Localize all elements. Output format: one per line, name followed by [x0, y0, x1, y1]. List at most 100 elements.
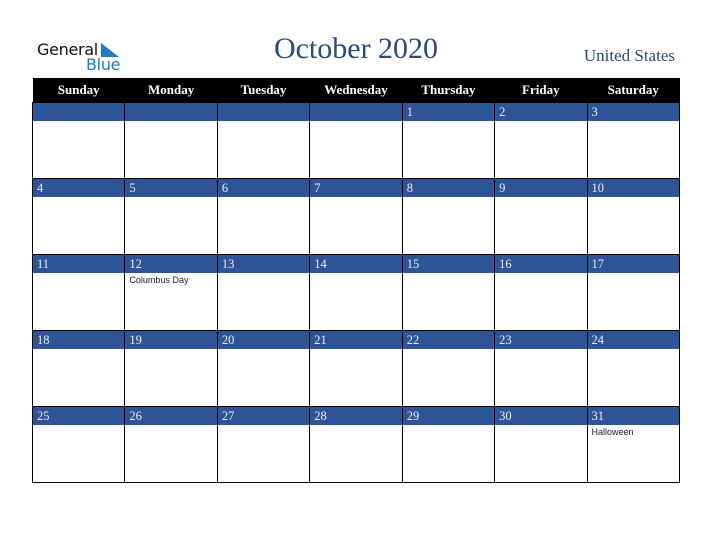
day-cell[interactable]: 24 — [586, 330, 681, 407]
holiday-label — [588, 273, 679, 275]
holiday-label — [310, 273, 401, 275]
day-number: 8 — [402, 179, 495, 197]
holiday-label — [495, 197, 586, 199]
day-cell[interactable]: 9 — [494, 178, 588, 255]
day-cell[interactable]: 11 — [31, 254, 126, 331]
day-number: 10 — [587, 179, 679, 197]
holiday-label — [33, 121, 124, 123]
day-number: 2 — [495, 103, 587, 121]
day-cell[interactable]: 23 — [494, 330, 588, 407]
day-number: 28 — [310, 407, 402, 425]
holiday-label — [403, 425, 494, 427]
day-cell[interactable]: 26 — [124, 406, 218, 483]
day-number — [125, 103, 217, 121]
day-number: 23 — [495, 331, 587, 349]
holiday-label — [218, 121, 309, 123]
holiday-label — [588, 349, 679, 351]
day-cell[interactable]: 31 Halloween — [586, 406, 681, 483]
weekday-header: Saturday — [587, 78, 680, 103]
day-cell[interactable]: 20 — [216, 330, 311, 407]
holiday-label — [403, 121, 494, 123]
day-number: 21 — [310, 331, 402, 349]
day-number: 22 — [402, 331, 495, 349]
day-cell[interactable] — [216, 102, 311, 179]
holiday-label — [33, 197, 124, 199]
weekday-header: Wednesday — [309, 78, 403, 103]
day-cell[interactable]: 4 — [31, 178, 126, 255]
day-number: 30 — [495, 407, 587, 425]
day-number: 26 — [125, 407, 217, 425]
holiday-label — [33, 273, 124, 275]
day-cell[interactable]: 14 — [309, 254, 403, 331]
day-cell[interactable]: 25 — [31, 406, 126, 483]
holiday-label: Halloween — [591, 427, 634, 437]
holiday-label — [403, 197, 494, 199]
day-number: 31 — [587, 407, 679, 425]
day-cell[interactable] — [309, 102, 403, 179]
week-row: 4 5 6 7 8 9 10 — [31, 178, 681, 255]
holiday-label — [403, 349, 494, 351]
day-cell[interactable]: 18 — [31, 330, 126, 407]
day-cell[interactable]: 22 — [401, 330, 496, 407]
day-cell[interactable]: 21 — [309, 330, 403, 407]
day-cell[interactable]: 27 — [216, 406, 311, 483]
day-cell[interactable]: 10 — [586, 178, 681, 255]
holiday-label — [495, 349, 586, 351]
weekday-header: Tuesday — [217, 78, 310, 103]
day-cell[interactable]: 17 — [586, 254, 681, 331]
day-cell[interactable]: 8 — [401, 178, 496, 255]
day-number: 16 — [495, 255, 587, 273]
day-cell[interactable] — [124, 102, 218, 179]
week-row: 123 — [31, 102, 681, 179]
day-number: 3 — [587, 103, 679, 121]
day-number: 4 — [33, 179, 125, 197]
holiday-label — [310, 197, 401, 199]
weekday-header: Friday — [494, 78, 588, 103]
day-number — [217, 103, 310, 121]
day-cell[interactable]: 5 — [124, 178, 218, 255]
day-cell[interactable]: 19 — [124, 330, 218, 407]
day-cell[interactable] — [31, 102, 126, 179]
day-cell[interactable]: 15 — [401, 254, 496, 331]
day-number: 14 — [310, 255, 402, 273]
day-number — [33, 103, 125, 121]
holiday-label — [125, 349, 216, 351]
day-cell[interactable]: 7 — [309, 178, 403, 255]
day-number: 15 — [402, 255, 495, 273]
day-number: 29 — [402, 407, 495, 425]
week-row: 11 12 Columbus Day 13 14 15 16 17 — [31, 254, 681, 331]
holiday-label — [495, 425, 586, 427]
day-cell[interactable]: 30 — [494, 406, 588, 483]
holiday-label — [495, 273, 586, 275]
day-cell[interactable]: 16 — [494, 254, 588, 331]
day-number: 7 — [310, 179, 402, 197]
holiday-label — [125, 425, 216, 427]
holiday-label — [33, 349, 124, 351]
day-number: 19 — [125, 331, 217, 349]
day-cell[interactable]: 3 — [586, 102, 681, 179]
day-number — [310, 103, 402, 121]
day-number: 9 — [495, 179, 587, 197]
week-row: 18 19 20 21 22 23 24 — [31, 330, 681, 407]
holiday-label: Columbus Day — [129, 275, 189, 285]
day-number: 25 — [33, 407, 125, 425]
holiday-label — [495, 121, 586, 123]
holiday-label — [218, 349, 309, 351]
day-cell[interactable]: 1 — [401, 102, 496, 179]
holiday-label — [125, 121, 216, 123]
day-number: 24 — [587, 331, 679, 349]
holiday-label — [310, 425, 401, 427]
day-cell[interactable]: 12 Columbus Day — [124, 254, 218, 331]
day-cell[interactable]: 29 — [401, 406, 496, 483]
day-cell[interactable]: 13 — [216, 254, 311, 331]
holiday-label — [218, 425, 309, 427]
weekday-header: Thursday — [402, 78, 495, 103]
day-cell[interactable]: 2 — [494, 102, 588, 179]
country-label: United States — [583, 46, 675, 65]
day-cell[interactable]: 28 — [309, 406, 403, 483]
day-number: 13 — [217, 255, 310, 273]
day-cell[interactable]: 6 — [216, 178, 311, 255]
holiday-label — [218, 273, 309, 275]
day-number: 18 — [33, 331, 125, 349]
day-number: 27 — [217, 407, 310, 425]
